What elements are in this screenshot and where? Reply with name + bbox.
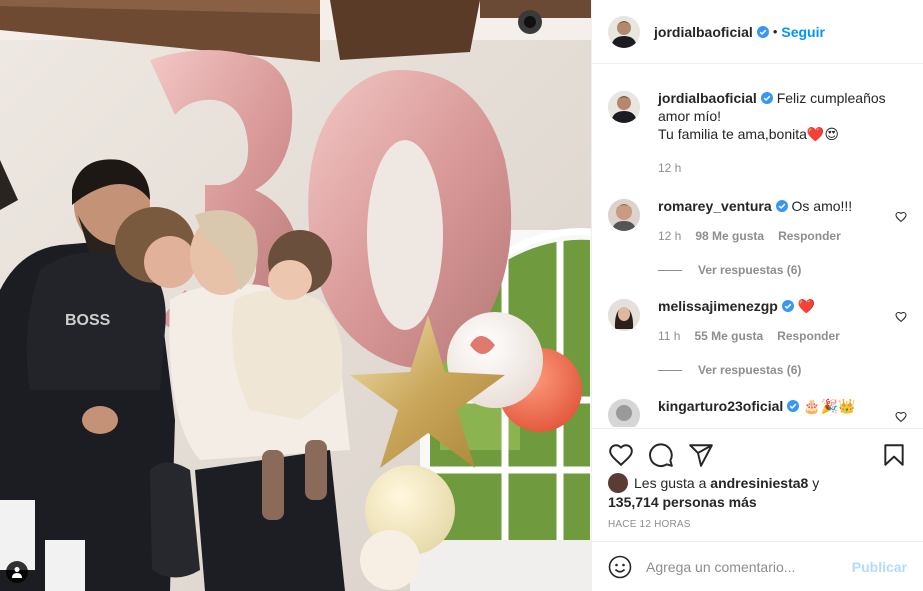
comment-text: ❤️ xyxy=(797,298,816,314)
user-tag-button[interactable] xyxy=(6,561,28,583)
comment-likes[interactable]: 55 Me gusta xyxy=(694,327,763,345)
liker-username[interactable]: andresiniesta8 xyxy=(710,475,808,491)
separator-dot: • xyxy=(772,24,778,39)
comments-list[interactable]: jordialbaoficial Feliz cumpleaños amor m… xyxy=(592,65,923,427)
heart-icon[interactable] xyxy=(608,442,634,468)
view-replies-button[interactable]: Ver respuestas (6) xyxy=(658,363,907,377)
post-photo[interactable]: BOSS xyxy=(0,0,591,591)
author-username[interactable]: jordialbaoficial xyxy=(654,24,753,40)
author-avatar[interactable] xyxy=(608,15,640,48)
replies-line xyxy=(658,369,682,371)
caption-emojis: ❤️😍 xyxy=(806,126,839,142)
svg-text:BOSS: BOSS xyxy=(65,312,111,329)
emoji-icon[interactable] xyxy=(608,555,632,579)
comment-like-heart-icon[interactable] xyxy=(895,311,907,323)
add-comment-bar: Publicar xyxy=(592,541,923,591)
comment-like-heart-icon[interactable] xyxy=(895,411,907,423)
comment-username[interactable]: melissajimenezgp xyxy=(658,298,778,314)
comment-item: romarey_ventura Os amo!!! 12 h 98 Me gus… xyxy=(608,197,907,245)
verified-icon xyxy=(775,200,788,212)
share-icon[interactable] xyxy=(688,442,714,468)
comment-time[interactable]: 11 h xyxy=(658,327,680,345)
comment-text: 🎂🎉👑 xyxy=(803,398,856,414)
publish-button[interactable]: Publicar xyxy=(852,559,907,575)
post-header: jordialbaoficial • Seguir xyxy=(592,0,923,64)
comment-username[interactable]: romarey_ventura xyxy=(658,198,772,214)
comment-input[interactable] xyxy=(646,558,852,575)
reply-button[interactable]: Responder xyxy=(778,227,841,245)
reply-button[interactable]: Responder xyxy=(777,327,840,345)
liker-avatar[interactable] xyxy=(608,473,628,493)
caption-text-line2: Tu familia te ama,bonita xyxy=(658,126,807,142)
caption: jordialbaoficial Feliz cumpleaños amor m… xyxy=(608,89,907,177)
replies-line xyxy=(658,269,682,271)
verified-icon xyxy=(787,400,800,412)
likes-others[interactable]: 135,714 personas más xyxy=(608,494,757,510)
post-side-panel: jordialbaoficial • Seguir jordialbaofici… xyxy=(591,0,923,591)
verified-icon xyxy=(760,92,773,104)
comment-icon[interactable] xyxy=(648,442,674,468)
user-tag-icon xyxy=(12,567,22,578)
comment-text: Os amo!!! xyxy=(791,198,853,214)
commenter-avatar[interactable] xyxy=(608,399,640,427)
comment-item: kingarturo23oficial 🎂🎉👑 xyxy=(608,397,907,427)
commenter-avatar[interactable] xyxy=(608,299,640,331)
likes-connector: y xyxy=(812,475,820,491)
likes-prefix: Les gusta a xyxy=(634,475,707,491)
caption-username[interactable]: jordialbaoficial xyxy=(658,90,757,106)
post-timestamp[interactable]: HACE 12 HORAS xyxy=(608,519,691,530)
comment-item: melissajimenezgp ❤️ 11 h 55 Me gusta Res… xyxy=(608,297,907,345)
caption-time[interactable]: 12 h xyxy=(658,159,681,177)
view-replies-label: Ver respuestas (6) xyxy=(698,363,802,377)
author-avatar[interactable] xyxy=(608,91,640,123)
likes-summary: Les gusta a andresiniesta8 y 135,714 per… xyxy=(608,473,907,511)
verified-icon xyxy=(781,300,794,312)
verified-icon xyxy=(756,25,769,38)
view-replies-button[interactable]: Ver respuestas (6) xyxy=(658,263,907,277)
commenter-avatar[interactable] xyxy=(608,199,640,231)
comment-username[interactable]: kingarturo23oficial xyxy=(658,398,783,414)
follow-button[interactable]: Seguir xyxy=(781,24,825,40)
family-photo-illustration: BOSS xyxy=(0,0,591,591)
comment-likes[interactable]: 98 Me gusta xyxy=(695,227,764,245)
save-icon[interactable] xyxy=(881,442,907,468)
comment-like-heart-icon[interactable] xyxy=(895,211,907,223)
comment-time[interactable]: 12 h xyxy=(658,227,681,245)
view-replies-label: Ver respuestas (6) xyxy=(698,263,802,277)
